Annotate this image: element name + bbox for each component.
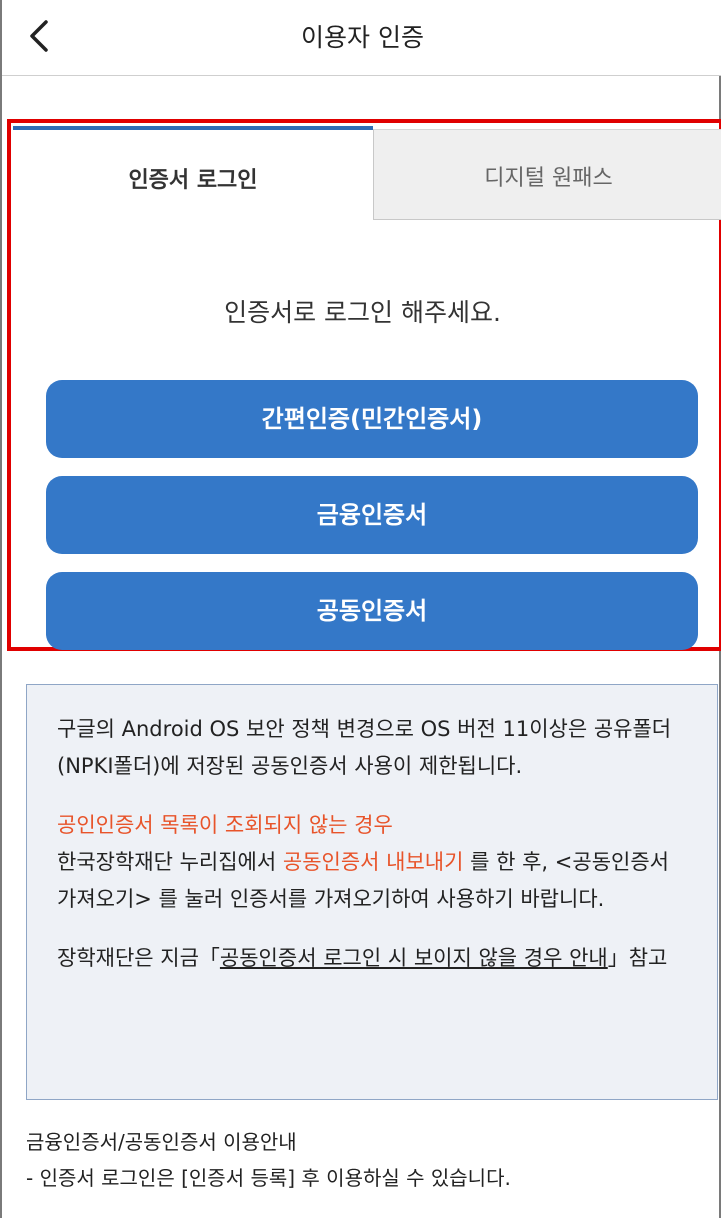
page-title: 이용자 인증	[301, 23, 424, 52]
export-cert-link[interactable]: 공동인증서 내보내기	[283, 850, 464, 874]
usage-guide-line: - 인증서 로그인은 [인증서 등록] 후 이용하실 수 있습니다.	[26, 1166, 511, 1190]
notice-box: 구글의 Android OS 보안 정책 변경으로 OS 버전 11이상은 공유…	[26, 684, 718, 1100]
usage-guide: 금융인증서/공동인증서 이용안내 - 인증서 로그인은 [인증서 등록] 후 이…	[26, 1124, 511, 1196]
notice-guide-reference: 장학재단은 지금「공동인증서 로그인 시 보이지 않을 경우 안내」참고	[57, 940, 689, 977]
notice-policy-text: 구글의 Android OS 보안 정책 변경으로 OS 버전 11이상은 공유…	[57, 717, 672, 778]
notice-export-instructions: 한국장학재단 누리집에서 공동인증서 내보내기 를 한 후, <공동인증서 가져…	[57, 844, 689, 918]
joint-cert-button[interactable]: 공동인증서	[46, 572, 698, 650]
login-tabs: 인증서 로그인 디지털 원패스	[13, 126, 721, 220]
usage-guide-title: 금융인증서/공동인증서 이용안내	[26, 1130, 297, 1154]
login-prompt: 인증서로 로그인 해주세요.	[224, 298, 501, 327]
notice-text: 장학재단은 지금「	[57, 946, 220, 970]
simple-auth-button[interactable]: 간편인증(민간인증서)	[46, 380, 698, 458]
financial-cert-button[interactable]: 금융인증서	[46, 476, 698, 554]
notice-text: 」참고	[607, 946, 668, 970]
tab-label: 디지털 원패스	[484, 166, 613, 191]
notice-warning-title: 공인인증서 목록이 조회되지 않는 경우	[57, 813, 393, 837]
guide-link[interactable]: 공동인증서 로그인 시 보이지 않을 경우 안내	[220, 946, 608, 970]
notice-text: 한국장학재단 누리집에서	[57, 850, 283, 874]
tab-certificate-login[interactable]: 인증서 로그인	[13, 126, 373, 220]
tab-digital-onepass[interactable]: 디지털 원패스	[373, 129, 721, 220]
header-bar: 이용자 인증	[2, 0, 721, 76]
tab-label: 인증서 로그인	[128, 168, 258, 193]
app-frame: 이용자 인증 인증서 로그인 디지털 원패스 인증서로 로그인 해주세요. 간편…	[0, 0, 721, 1218]
